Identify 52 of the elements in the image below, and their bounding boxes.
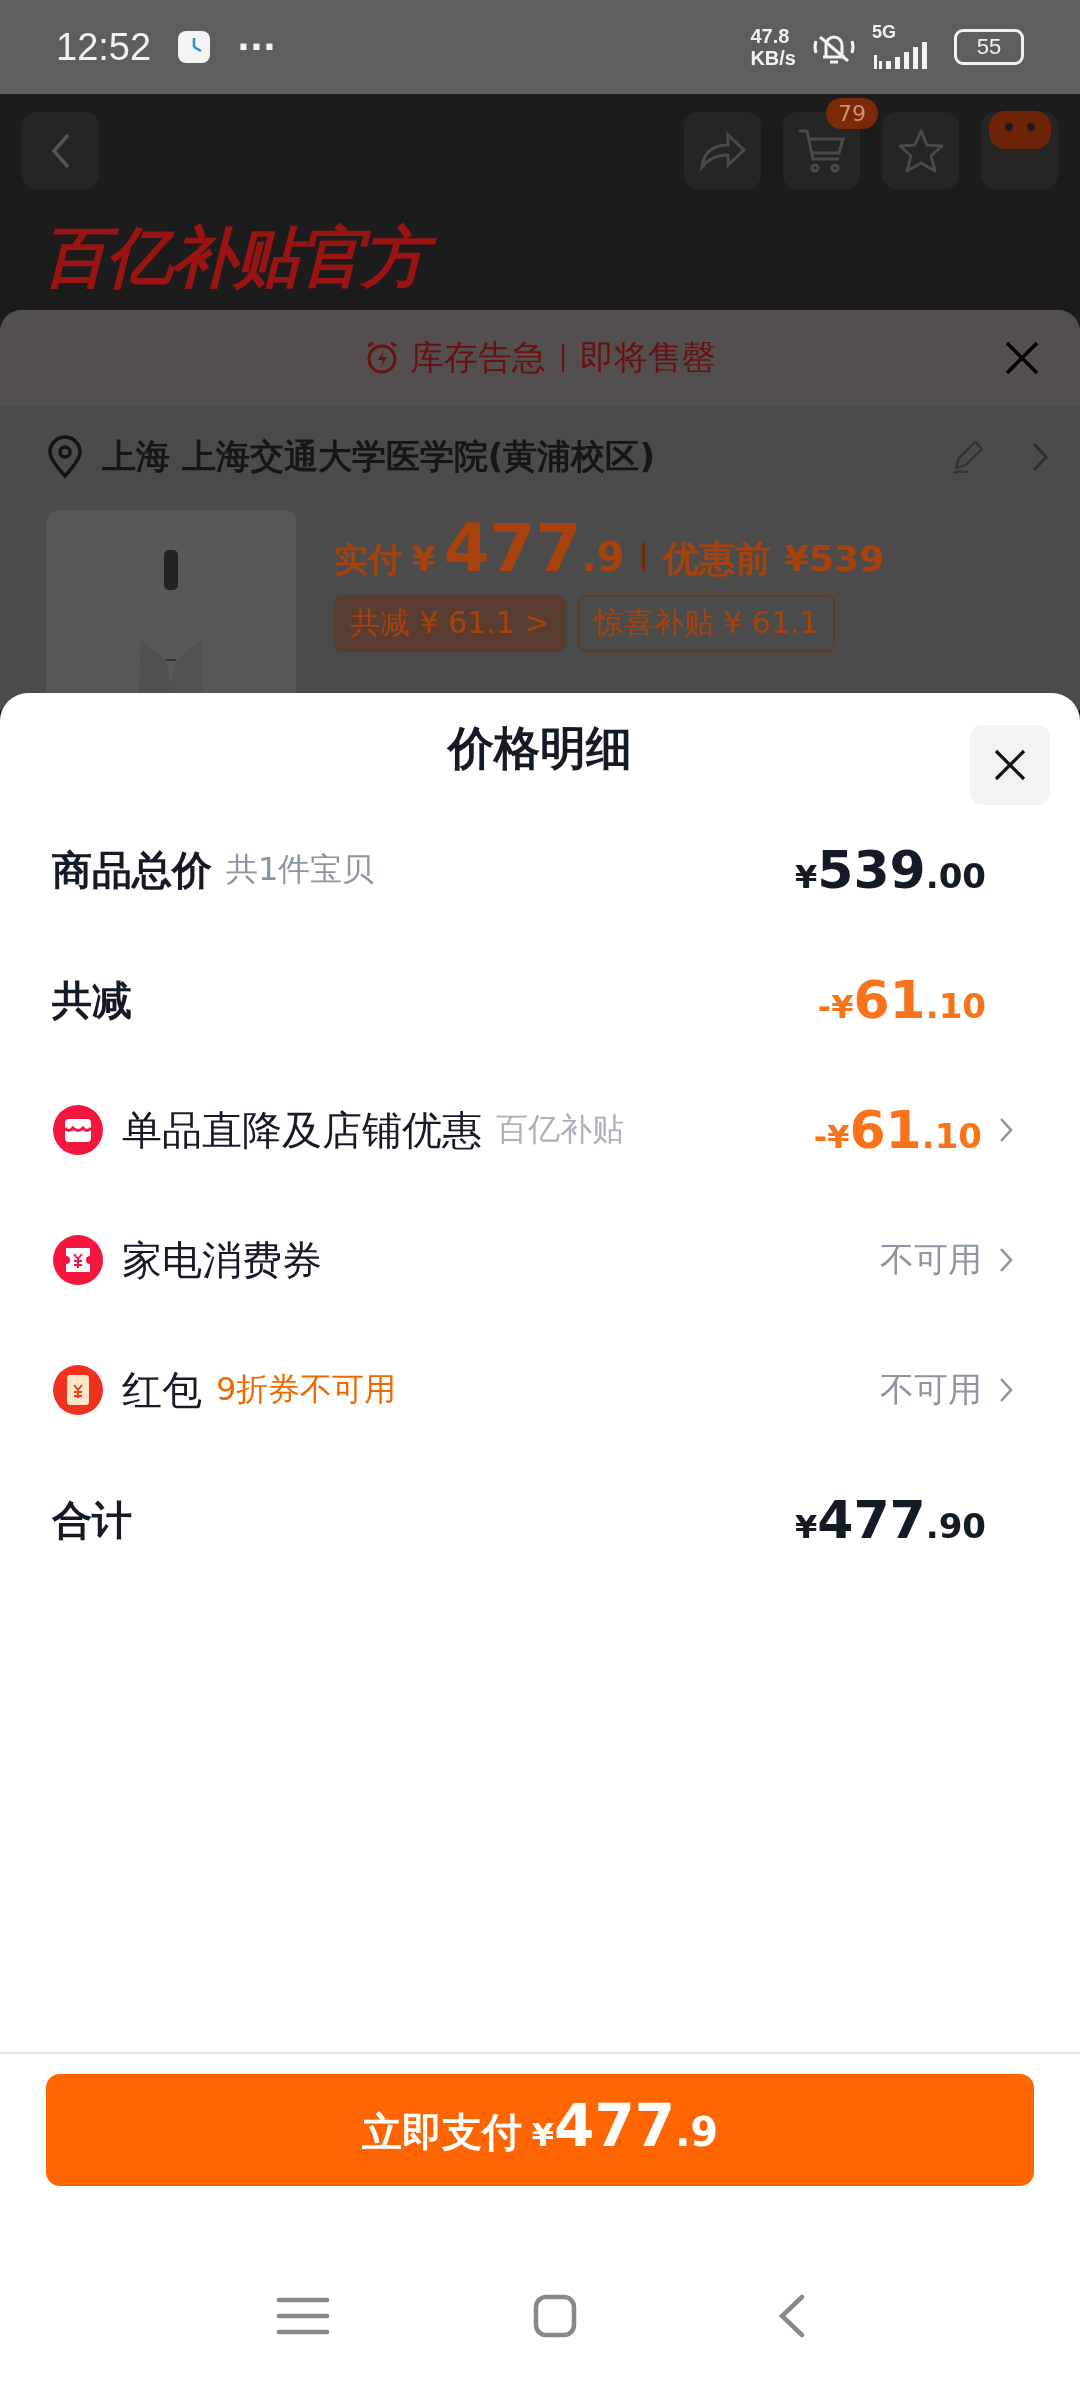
close-icon bbox=[993, 748, 1027, 782]
close-button[interactable] bbox=[970, 725, 1050, 805]
row-label: 商品总价 bbox=[52, 845, 212, 895]
brand-title: 百亿补贴官方 bbox=[0, 189, 1080, 303]
battery-indicator: 55 bbox=[954, 29, 1024, 65]
chevron-right-icon bbox=[1030, 440, 1050, 474]
stock-alert-text: 库存告急 bbox=[410, 336, 546, 379]
paid-price: ¥477.9 bbox=[412, 510, 625, 587]
share-button[interactable] bbox=[684, 112, 761, 189]
row-note: 百亿补贴 bbox=[496, 1109, 624, 1150]
row-label: 共减 bbox=[52, 975, 132, 1025]
home-square-icon[interactable] bbox=[533, 2294, 577, 2338]
network-type: 5G bbox=[872, 23, 896, 41]
star-icon bbox=[896, 127, 945, 174]
cart-count-badge: 79 bbox=[826, 98, 878, 129]
chevron-right-icon bbox=[998, 1376, 1014, 1404]
row-label: 单品直降及店铺优惠 bbox=[122, 1105, 482, 1155]
row-note: 9折券不可用 bbox=[216, 1369, 397, 1410]
close-icon bbox=[1004, 340, 1040, 376]
row-note: 共1件宝贝 bbox=[226, 849, 375, 890]
row-label: 红包 bbox=[122, 1365, 202, 1415]
back-button[interactable] bbox=[22, 112, 99, 189]
envelope-icon bbox=[52, 1364, 104, 1416]
speed-unit: KB/s bbox=[750, 47, 796, 69]
price-row-link[interactable]: 红包 9折券不可用 不可用 bbox=[0, 1325, 1080, 1455]
share-arrow-icon bbox=[697, 130, 748, 171]
clock-app-icon bbox=[177, 30, 212, 64]
back-icon[interactable] bbox=[777, 2294, 807, 2338]
original-price: 优惠前 ¥539 bbox=[663, 537, 885, 581]
row-amount: ¥477.90 bbox=[794, 1490, 986, 1550]
row-amount: -¥61.10 bbox=[813, 1100, 982, 1160]
yuan-ticket-icon bbox=[52, 1234, 104, 1286]
row-amount: ¥539.00 bbox=[794, 840, 986, 900]
paid-label: 实付 bbox=[334, 538, 402, 581]
sheet-title: 价格明细 bbox=[448, 720, 632, 777]
row-label: 合计 bbox=[52, 1495, 132, 1545]
row-status: 不可用 bbox=[880, 1238, 982, 1281]
chevron-right-icon bbox=[998, 1116, 1014, 1144]
stock-alert-text: 即将售罄 bbox=[580, 336, 716, 379]
clock-time: 12:52 bbox=[56, 25, 152, 69]
row-amount: -¥61.10 bbox=[817, 970, 986, 1030]
network-speed: 47.8 bbox=[750, 25, 791, 47]
more-indicator: ··· bbox=[237, 27, 276, 67]
location-pin-icon bbox=[46, 435, 84, 479]
favorite-button[interactable] bbox=[882, 112, 959, 189]
chevron-right-icon bbox=[998, 1246, 1014, 1274]
price-row-link[interactable]: 单品直降及店铺优惠 百亿补贴 -¥61.10 bbox=[0, 1065, 1080, 1195]
message-button[interactable] bbox=[981, 112, 1058, 189]
row-label: 家电消费券 bbox=[122, 1235, 322, 1285]
price-row-link[interactable]: 家电消费券 不可用 bbox=[0, 1195, 1080, 1325]
row-status: 不可用 bbox=[880, 1368, 982, 1411]
store-icon bbox=[52, 1104, 104, 1156]
